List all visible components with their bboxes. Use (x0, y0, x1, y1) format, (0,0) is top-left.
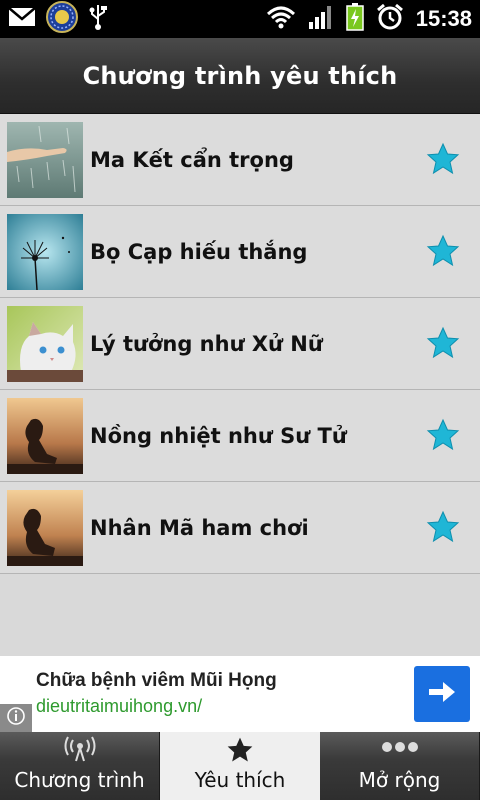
info-icon (6, 706, 26, 730)
sunset-girl-thumbnail (7, 397, 83, 474)
favorite-star-icon[interactable] (426, 142, 460, 176)
battery-charging-icon (345, 3, 364, 35)
dandelion-thumbnail (7, 213, 83, 290)
favorite-star-icon[interactable] (426, 326, 460, 360)
broadcast-icon (64, 736, 96, 766)
cat-thumbnail (7, 305, 83, 382)
signal-icon (308, 4, 334, 34)
favorite-star-icon[interactable] (426, 234, 460, 268)
item-label: Ma Kết cẩn trọng (90, 147, 294, 172)
list-item[interactable]: Bọ Cạp hiếu thắng (0, 206, 480, 298)
list-item[interactable]: Nhân Mã ham chơi (0, 482, 480, 574)
favorites-list: Ma Kết cẩn trọng Bọ Cạp hiếu thắng Lý tư… (0, 114, 480, 574)
usb-icon (88, 3, 108, 35)
ad-cta-button[interactable] (414, 666, 470, 722)
ad-info-button[interactable] (0, 704, 32, 732)
list-item[interactable]: Nồng nhiệt như Sư Tử (0, 390, 480, 482)
item-label: Bọ Cạp hiếu thắng (90, 239, 308, 264)
tab-label: Chương trình (14, 768, 145, 792)
tab-label: Yêu thích (194, 768, 286, 792)
status-bar: 15:38 (0, 0, 480, 38)
tab-favorites[interactable]: Yêu thích (160, 732, 320, 800)
tab-more[interactable]: Mở rộng (320, 732, 480, 800)
list-item[interactable]: Lý tưởng như Xử Nữ (0, 298, 480, 390)
gmail-icon (8, 6, 36, 32)
sunset-girl-thumbnail (7, 489, 83, 566)
favorite-star-icon[interactable] (426, 418, 460, 452)
star-icon (226, 736, 254, 768)
alarm-icon (376, 3, 404, 35)
item-label: Nhân Mã ham chơi (90, 515, 309, 540)
item-label: Lý tưởng như Xử Nữ (90, 331, 323, 356)
bottom-tab-bar: Chương trình Yêu thích Mở rộng (0, 732, 480, 800)
clock-time: 15:38 (415, 6, 472, 31)
horoscope-app-icon (46, 1, 78, 37)
item-label: Nồng nhiệt như Sư Tử (90, 423, 347, 448)
ad-banner[interactable]: Chữa bệnh viêm Mũi Họng dieutritaimuihon… (0, 656, 480, 732)
ad-url[interactable]: dieutritaimuihong.vn/ (36, 696, 202, 717)
favorite-star-icon[interactable] (426, 510, 460, 544)
app-header: Chương trình yêu thích (0, 38, 480, 114)
wifi-icon (266, 5, 296, 33)
page-title: Chương trình yêu thích (82, 61, 398, 90)
tab-label: Mở rộng (358, 768, 441, 792)
rain-hand-thumbnail (7, 121, 83, 198)
arrow-right-icon (427, 680, 457, 708)
tab-programs[interactable]: Chương trình (0, 732, 160, 800)
ad-title[interactable]: Chữa bệnh viêm Mũi Họng (36, 670, 277, 692)
more-dots-icon (380, 736, 420, 762)
list-item[interactable]: Ma Kết cẩn trọng (0, 114, 480, 206)
